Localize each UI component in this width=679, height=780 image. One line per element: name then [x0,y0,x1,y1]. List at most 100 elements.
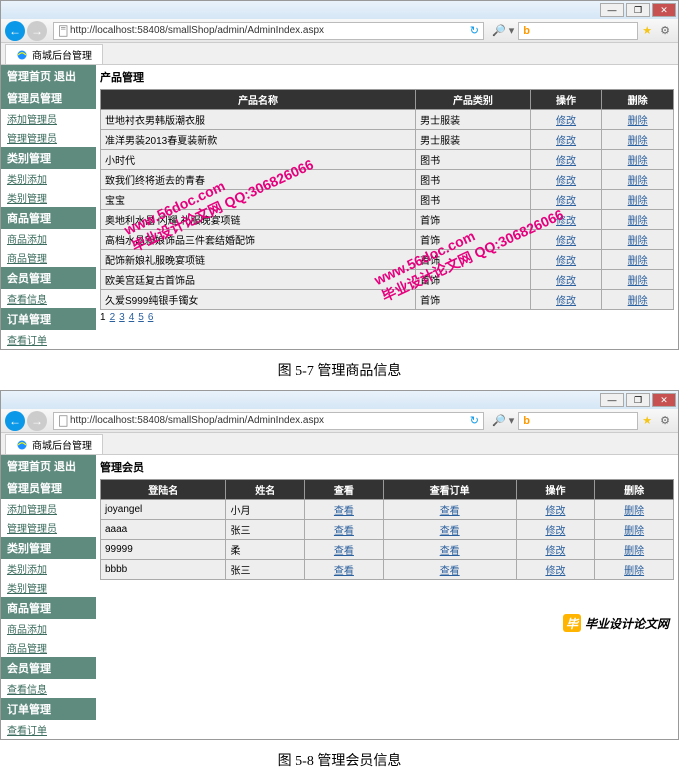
sidebar-link[interactable]: 商品添加 [1,229,96,248]
sidebar-link[interactable]: 查看信息 [1,679,96,698]
forward-button[interactable]: → [27,21,47,41]
action-link[interactable]: 修改 [516,540,595,560]
action-link[interactable]: 修改 [530,130,602,150]
action-link[interactable]: 修改 [516,520,595,540]
browser-tab[interactable]: 商城后台管理 [5,434,103,454]
action-link[interactable]: 修改 [530,170,602,190]
favorites-icon[interactable]: ★ [642,24,652,37]
settings-icon[interactable]: ⚙ [660,414,670,427]
action-link[interactable]: 删除 [602,210,674,230]
sidebar-section[interactable]: 会员管理 [1,657,96,679]
minimize-button[interactable]: — [600,3,624,17]
action-link[interactable]: 修改 [530,110,602,130]
close-button[interactable]: ✕ [652,3,676,17]
search-box[interactable]: b [518,412,638,430]
browser-tab[interactable]: 商城后台管理 [5,44,103,64]
pager-link[interactable]: 4 [129,312,135,323]
favorites-icon[interactable]: ★ [642,414,652,427]
action-link[interactable]: 删除 [595,520,674,540]
sidebar-link[interactable]: 商品管理 [1,638,96,657]
sidebar-link[interactable]: 查看订单 [1,330,96,349]
action-link[interactable]: 查看 [383,500,516,520]
sidebar-section[interactable]: 类别管理 [1,537,96,559]
action-link[interactable]: 删除 [602,130,674,150]
action-link[interactable]: 删除 [595,500,674,520]
sidebar-section[interactable]: 订单管理 [1,308,96,330]
sidebar-link[interactable]: 类别添加 [1,169,96,188]
close-button[interactable]: ✕ [652,393,676,407]
action-link[interactable]: 修改 [530,270,602,290]
browser-window-1: — ❐ ✕ ← → http://localhost:58408/smallSh… [0,0,679,350]
action-link[interactable]: 查看 [305,560,384,580]
settings-icon[interactable]: ⚙ [660,24,670,37]
action-link[interactable]: 删除 [602,290,674,310]
sidebar-section[interactable]: 管理员管理 [1,477,96,499]
sidebar-header[interactable]: 管理首页 退出 [1,65,96,87]
pager-link[interactable]: 5 [138,312,144,323]
action-link[interactable]: 修改 [530,210,602,230]
sidebar-link[interactable]: 管理管理员 [1,128,96,147]
action-link[interactable]: 删除 [602,270,674,290]
search-box[interactable]: b [518,22,638,40]
sidebar-link[interactable]: 类别管理 [1,578,96,597]
sidebar-section[interactable]: 管理员管理 [1,87,96,109]
action-link[interactable]: 查看 [383,540,516,560]
action-link[interactable]: 查看 [383,520,516,540]
sidebar-link[interactable]: 商品添加 [1,619,96,638]
column-header: 产品名称 [101,90,416,110]
sidebar-section[interactable]: 商品管理 [1,597,96,619]
maximize-button[interactable]: ❐ [626,3,650,17]
sidebar-section[interactable]: 订单管理 [1,698,96,720]
search-dropdown-icon[interactable]: 🔎 ▾ [492,414,514,427]
back-button[interactable]: ← [5,411,25,431]
action-link[interactable]: 修改 [530,250,602,270]
refresh-icon[interactable]: ↻ [470,414,479,427]
sidebar-link[interactable]: 类别添加 [1,559,96,578]
cell: 图书 [416,170,531,190]
sidebar-link[interactable]: 类别管理 [1,188,96,207]
action-link[interactable]: 查看 [383,560,516,580]
action-link[interactable]: 删除 [595,560,674,580]
sidebar-link[interactable]: 管理管理员 [1,518,96,537]
sidebar-link[interactable]: 添加管理员 [1,499,96,518]
minimize-button[interactable]: — [600,393,624,407]
action-link[interactable]: 修改 [530,190,602,210]
maximize-button[interactable]: ❐ [626,393,650,407]
action-link[interactable]: 删除 [602,250,674,270]
action-link[interactable]: 修改 [530,230,602,250]
action-link[interactable]: 删除 [602,170,674,190]
action-link[interactable]: 删除 [602,190,674,210]
forward-button[interactable]: → [27,411,47,431]
sidebar-link[interactable]: 查看信息 [1,289,96,308]
action-link[interactable]: 查看 [305,540,384,560]
search-dropdown-icon[interactable]: 🔎 ▾ [492,24,514,37]
sidebar-section[interactable]: 商品管理 [1,207,96,229]
sidebar-header[interactable]: 管理首页 退出 [1,455,96,477]
sidebar-link[interactable]: 添加管理员 [1,109,96,128]
pager-link[interactable]: 3 [119,312,125,323]
address-bar[interactable]: http://localhost:58408/smallShop/admin/A… [53,22,484,40]
action-link[interactable]: 删除 [595,540,674,560]
back-button[interactable]: ← [5,21,25,41]
pager-link[interactable]: 1 [100,312,106,323]
sidebar-section[interactable]: 类别管理 [1,147,96,169]
action-link[interactable]: 修改 [516,500,595,520]
main-area: 管理会员 登陆名姓名查看查看订单操作删除 joyangel小月查看查看修改删除a… [96,455,678,739]
action-link[interactable]: 修改 [516,560,595,580]
pager-link[interactable]: 2 [110,312,116,323]
ie-icon [16,49,28,61]
refresh-icon[interactable]: ↻ [470,24,479,37]
action-link[interactable]: 查看 [305,500,384,520]
action-link[interactable]: 删除 [602,230,674,250]
action-link[interactable]: 修改 [530,150,602,170]
pager-link[interactable]: 6 [148,312,154,323]
figure-caption-1: 图 5-7 管理商品信息 [0,360,679,380]
sidebar-link[interactable]: 商品管理 [1,248,96,267]
action-link[interactable]: 删除 [602,110,674,130]
sidebar-link[interactable]: 查看订单 [1,720,96,739]
action-link[interactable]: 修改 [530,290,602,310]
sidebar-section[interactable]: 会员管理 [1,267,96,289]
action-link[interactable]: 删除 [602,150,674,170]
address-bar[interactable]: http://localhost:58408/smallShop/admin/A… [53,412,484,430]
action-link[interactable]: 查看 [305,520,384,540]
